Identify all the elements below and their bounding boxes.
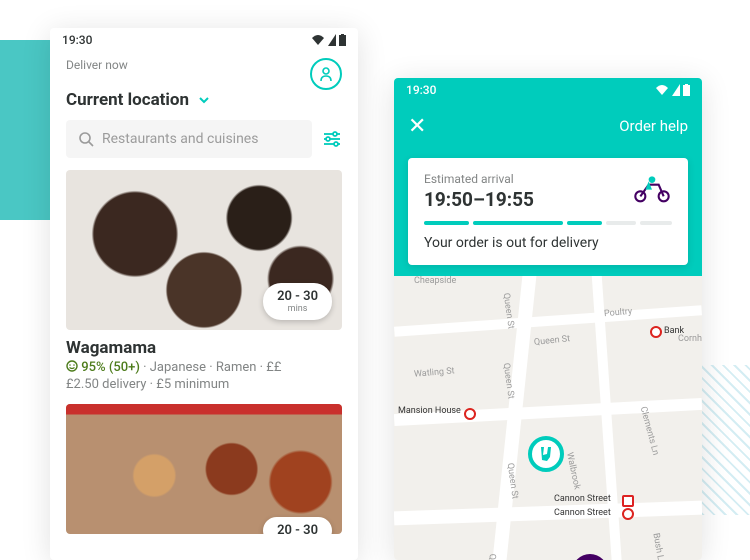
street-label: Cornh	[678, 334, 702, 344]
status-message: Your order is out for delivery	[424, 235, 672, 251]
signal-icon	[328, 34, 336, 46]
restaurant-pin[interactable]	[528, 436, 564, 472]
rail-icon	[622, 495, 634, 507]
wifi-icon	[311, 34, 325, 46]
street-label: Watling St	[414, 366, 455, 380]
status-bar: 19:30	[394, 78, 702, 102]
restaurant-image: 20 - 30 mins	[66, 170, 342, 330]
chevron-down-icon	[197, 93, 211, 107]
signal-icon	[672, 84, 680, 96]
close-button[interactable]: ✕	[408, 114, 426, 139]
estimated-time: 19:50–19:55	[424, 188, 534, 211]
restaurant-title: Wagamama	[66, 338, 342, 358]
status-time: 19:30	[406, 83, 436, 97]
status-icons	[311, 34, 346, 46]
progress-bar	[424, 221, 672, 225]
order-help-button[interactable]: Order help	[619, 117, 688, 135]
street-label: Queen St	[534, 334, 571, 348]
location-selector[interactable]: Current location	[50, 90, 358, 120]
tracking-header: ✕ Order help	[394, 102, 702, 150]
phone-order-tracking: 19:30 ✕ Order help Estimated arrival 19:…	[394, 78, 702, 560]
eta-badge: 20 - 30	[263, 517, 332, 534]
rider-icon	[632, 172, 672, 204]
street-label: Clements Ln	[638, 406, 661, 457]
restaurant-meta-1: 95% (50+) · Japanese · Ramen · ££	[66, 360, 342, 375]
filter-icon[interactable]	[322, 129, 342, 149]
current-location-label: Current location	[66, 90, 189, 110]
street-label: Cannon Street	[554, 508, 611, 518]
battery-icon	[339, 34, 346, 46]
status-bar: 19:30	[50, 28, 358, 52]
street-label: Cannon Street	[554, 494, 611, 504]
search-icon	[78, 131, 94, 147]
search-input[interactable]: Restaurants and cuisines	[66, 120, 312, 158]
restaurant-meta-2: £2.50 delivery · £5 minimum	[66, 377, 342, 392]
deliveroo-icon	[537, 445, 555, 463]
street-label: Walbrook	[564, 451, 582, 490]
user-location-pin[interactable]	[572, 554, 608, 560]
account-button[interactable]	[310, 58, 342, 90]
status-icons	[655, 84, 690, 96]
estimated-label: Estimated arrival	[424, 172, 534, 186]
tube-icon	[650, 326, 662, 338]
person-icon	[318, 66, 334, 82]
tracking-card: Estimated arrival 19:50–19:55 Your order…	[408, 158, 688, 265]
status-time: 19:30	[62, 33, 92, 47]
deliver-now-label: Deliver now	[66, 58, 128, 72]
street-label: Cheapside	[414, 276, 456, 286]
search-placeholder: Restaurants and cuisines	[102, 131, 258, 147]
restaurant-card[interactable]: 20 - 30	[66, 404, 342, 534]
phone-restaurant-list: 19:30 Deliver now Current location Resta…	[50, 28, 358, 560]
street-label: Bush Ln	[650, 532, 665, 560]
battery-icon	[683, 84, 690, 96]
tube-icon	[622, 508, 634, 520]
eta-badge: 20 - 30 mins	[263, 283, 332, 320]
map[interactable]: Cheapside Queen St Queen St Queen St Que…	[394, 276, 702, 560]
restaurant-card[interactable]: 20 - 30 mins Wagamama 95% (50+) · Japane…	[66, 170, 342, 392]
street-label: Mansion House	[398, 406, 461, 416]
tube-icon	[464, 408, 476, 420]
smile-icon	[66, 360, 78, 372]
wifi-icon	[655, 84, 669, 96]
